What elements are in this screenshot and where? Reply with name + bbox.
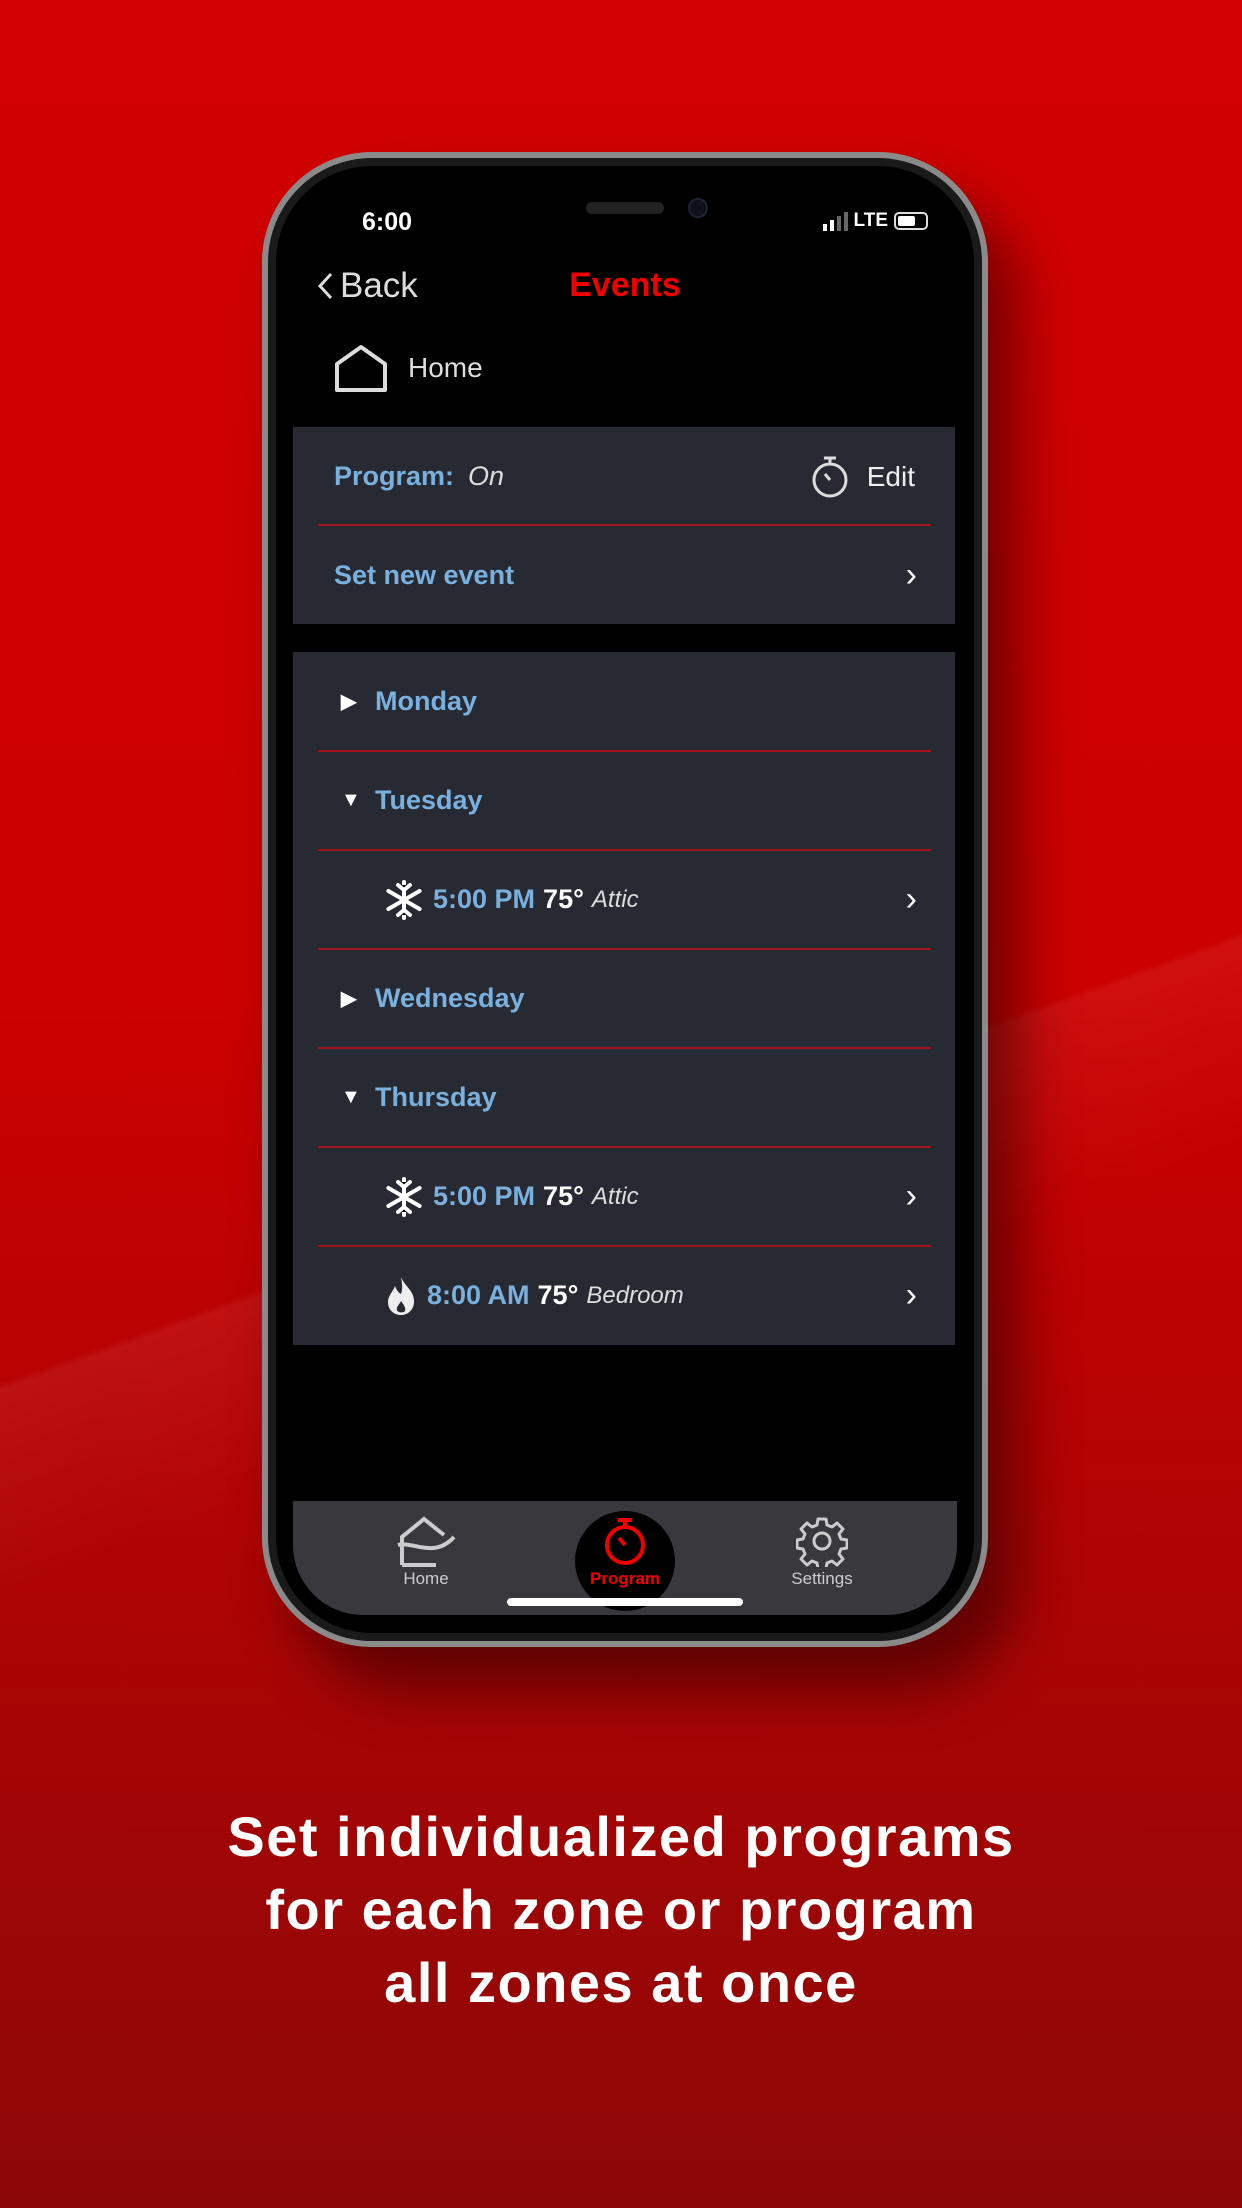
day-row[interactable]: ▶ Monday xyxy=(293,652,955,751)
home-indicator xyxy=(507,1598,743,1606)
tab-settings[interactable]: Settings xyxy=(762,1515,882,1589)
speaker xyxy=(586,202,664,214)
caret-down-icon: ▼ xyxy=(341,789,361,811)
stopwatch-icon xyxy=(812,456,848,497)
chevron-right-icon: › xyxy=(905,1177,917,1215)
caret-right-icon: ▶ xyxy=(341,988,357,1010)
program-status-row: Program: On Edit xyxy=(293,427,955,526)
event-time: 5:00 PM xyxy=(433,884,536,914)
caret-down-icon: ▼ xyxy=(341,1086,361,1108)
event-temp: 75° xyxy=(543,1181,584,1211)
caret-right-icon: ▶ xyxy=(341,691,357,713)
day-label: Thursday xyxy=(375,1082,497,1112)
tab-label: Home xyxy=(403,1569,449,1588)
marketing-caption: Set individualized programs for each zon… xyxy=(0,1800,1242,2019)
tab-label: Program xyxy=(590,1569,660,1588)
home-logo-icon xyxy=(397,1516,456,1567)
stopwatch-icon xyxy=(605,1518,645,1565)
event-zone: Bedroom xyxy=(586,1281,684,1309)
house-icon xyxy=(335,345,387,392)
location-label: Home xyxy=(408,352,483,383)
program-card: Program: On Edit Set new event › xyxy=(293,427,955,624)
location-selector[interactable]: Home xyxy=(334,344,483,392)
tab-program[interactable]: Program xyxy=(565,1515,685,1589)
event-time: 5:00 PM xyxy=(433,1181,536,1211)
tab-label: Settings xyxy=(791,1569,853,1588)
flame-icon xyxy=(388,1276,415,1315)
caption-line: Set individualized programs xyxy=(227,1805,1015,1868)
status-time: 6:00 xyxy=(362,208,413,236)
event-time: 8:00 AM xyxy=(427,1280,530,1310)
day-label: Tuesday xyxy=(375,785,483,815)
event-zone: Attic xyxy=(591,1182,639,1210)
event-temp: 75° xyxy=(543,884,584,914)
event-zone: Attic xyxy=(591,885,639,913)
set-new-event-row[interactable]: Set new event › xyxy=(293,526,955,625)
event-row[interactable]: 8:00 AM 75° Bedroom › xyxy=(293,1246,955,1345)
day-label: Monday xyxy=(375,686,478,716)
chevron-right-icon: › xyxy=(905,1276,917,1314)
program-value: On xyxy=(468,461,505,491)
program-label: Program: xyxy=(334,461,455,491)
event-temp: 75° xyxy=(537,1280,579,1310)
snowflake-icon xyxy=(386,879,422,920)
chevron-right-icon: › xyxy=(905,880,917,918)
day-label: Wednesday xyxy=(375,983,525,1013)
day-row[interactable]: ▶ Wednesday xyxy=(293,949,955,1048)
gear-icon xyxy=(796,1517,848,1567)
event-row[interactable]: 5:00 PM 75° Attic › xyxy=(293,850,955,949)
edit-label: Edit xyxy=(866,460,915,492)
battery-icon xyxy=(894,212,928,230)
signal-icon xyxy=(822,211,848,231)
event-row[interactable]: 5:00 PM 75° Attic › xyxy=(293,1147,955,1246)
status-indicators: LTE xyxy=(822,210,928,232)
page-title: Events xyxy=(569,266,681,304)
camera xyxy=(688,198,708,218)
edit-button[interactable]: Edit xyxy=(811,455,915,499)
tab-home[interactable]: Home xyxy=(366,1515,486,1589)
day-row[interactable]: ▼ Thursday xyxy=(293,1048,955,1147)
events-list: ▶ Monday ▼ Tuesday 5:00 PM 75° Attic › ▶ Wednesda… xyxy=(293,652,955,1345)
caption-line: all zones at once xyxy=(384,1951,858,2014)
snowflake-icon xyxy=(386,1176,422,1217)
set-new-event-label: Set new event xyxy=(334,560,515,590)
caption-line: for each zone or program xyxy=(265,1878,977,1941)
day-row[interactable]: ▼ Tuesday xyxy=(293,751,955,850)
network-label: LTE xyxy=(853,210,888,231)
phone-screen: 6:00 LTE Back Events Home Program: On Ed… xyxy=(276,166,974,1633)
chevron-right-icon: › xyxy=(905,556,917,594)
